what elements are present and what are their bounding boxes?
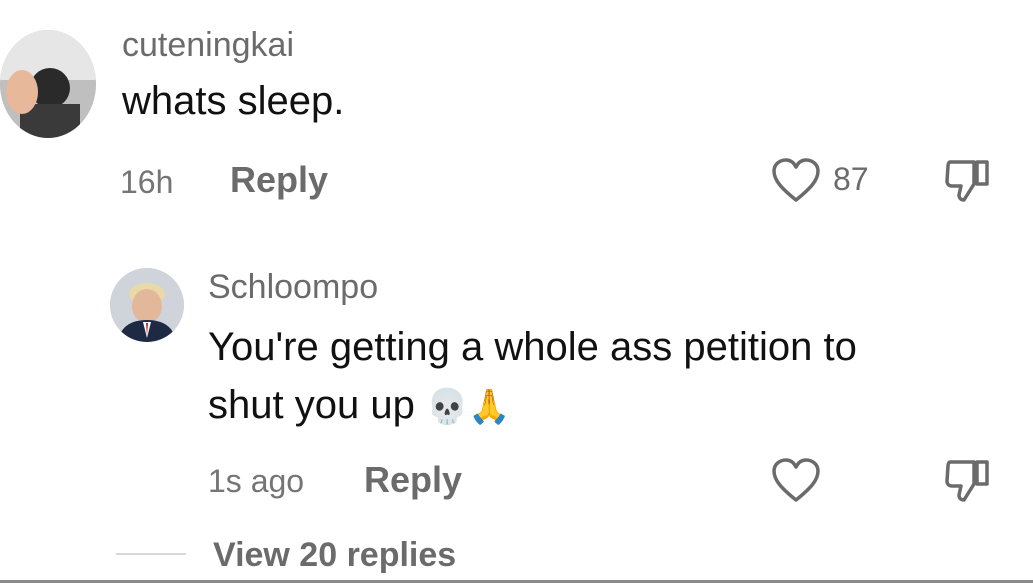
comment-text: whats sleep. <box>122 79 345 123</box>
comment-text-line: shut you up 💀🙏 <box>208 376 1018 436</box>
reply-button[interactable]: Reply <box>364 462 462 498</box>
comment-text-line: You're getting a whole ass petition to <box>208 325 857 369</box>
avatar[interactable] <box>110 268 184 342</box>
like-count: 87 <box>833 161 869 197</box>
view-replies-button[interactable]: View 20 replies <box>213 538 456 572</box>
comment-username[interactable]: Schloompo <box>208 270 378 304</box>
comment-text-fragment: shut you up <box>208 383 415 427</box>
comment-timestamp: 1s ago <box>208 463 305 499</box>
avatar[interactable] <box>0 30 96 138</box>
dislike-icon[interactable] <box>944 158 992 204</box>
replies-divider <box>116 553 186 555</box>
reply-button[interactable]: Reply <box>230 162 328 198</box>
comment-timestamp: 16h <box>120 164 174 200</box>
heart-icon[interactable] <box>771 458 821 504</box>
heart-icon[interactable] <box>771 158 821 204</box>
comment-username[interactable]: cuteningkai <box>122 28 294 62</box>
emoji-skull-pray: 💀🙏 <box>425 388 511 426</box>
dislike-icon[interactable] <box>944 458 992 504</box>
comment-text: You're getting a whole ass petition to s… <box>208 318 1018 436</box>
